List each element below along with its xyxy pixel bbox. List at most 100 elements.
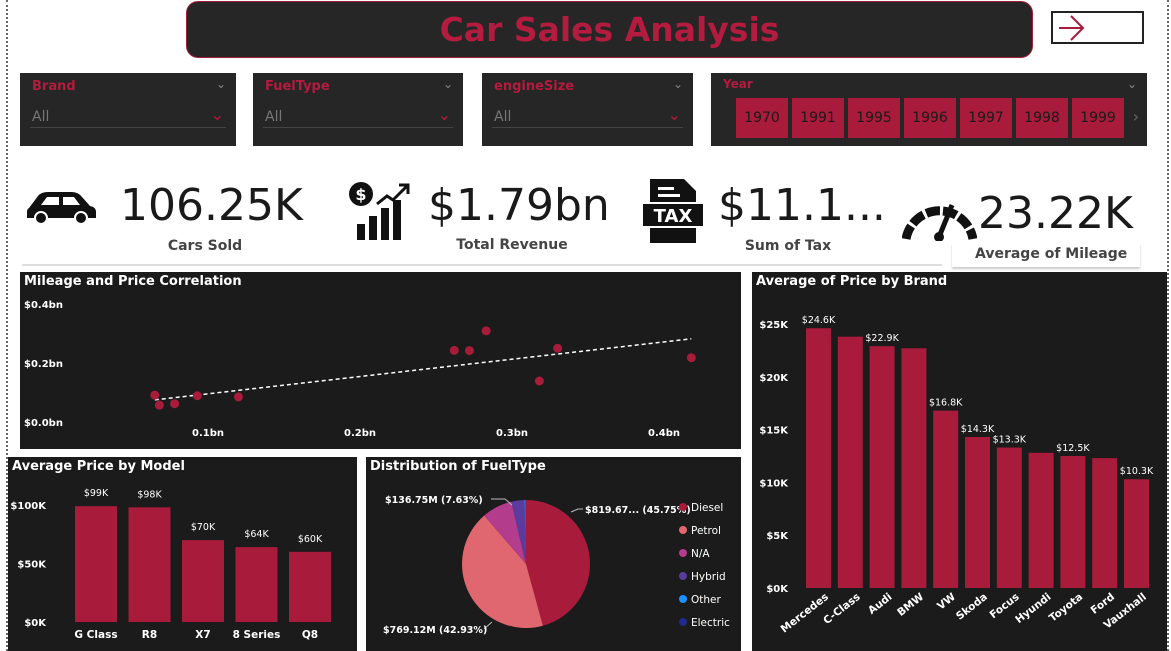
dropdown-chevron-icon[interactable]: ⌄ xyxy=(438,105,451,124)
year-chip[interactable]: 1995 xyxy=(848,98,900,138)
year-chip[interactable]: 1998 xyxy=(1016,98,1068,138)
arrow-right-icon xyxy=(1059,15,1085,41)
y-tick-label: $0.4bn xyxy=(24,300,63,311)
y-tick-label: $0.2bn xyxy=(24,359,63,370)
legend-marker xyxy=(679,503,687,511)
cars-sold-value: 106.25K xyxy=(120,180,303,231)
scatter-point xyxy=(192,391,202,401)
x-tick-label: Hyundi xyxy=(1013,591,1053,626)
model-bar-chart: $0K $50K $100K $99K G Class $98K R8 $70K X7 $64K 8… xyxy=(10,488,331,641)
speedometer-icon xyxy=(902,204,977,241)
year-chip[interactable]: 1999 xyxy=(1072,98,1124,138)
brand-bar xyxy=(869,346,895,588)
x-tick-label: 0.2bn xyxy=(344,428,376,439)
chevron-down-icon: ⌄ xyxy=(672,77,683,91)
scatter-chart: $0.0bn $0.2bn $0.4bn 0.1bn 0.2bn 0.3bn 0.4bn xyxy=(24,300,696,439)
bar-data-label: $98K xyxy=(137,489,162,500)
legend-marker xyxy=(679,526,687,534)
year-chip[interactable]: 1970 xyxy=(736,98,788,138)
x-tick-label: R8 xyxy=(142,629,157,641)
scatter-point xyxy=(170,399,180,409)
x-tick-label: BMW xyxy=(895,591,926,619)
bar-data-label: $13.3K xyxy=(993,435,1027,446)
total-revenue-value: $1.79bn xyxy=(428,180,610,231)
brand-bar xyxy=(837,336,863,588)
brand-bar xyxy=(1028,452,1054,588)
y-tick-label: $0K xyxy=(24,618,47,629)
brand-bar xyxy=(901,348,927,588)
bar-data-label: $99K xyxy=(84,488,109,499)
brand-slicer-value: All xyxy=(32,109,50,125)
brand-bar xyxy=(806,328,831,588)
price-by-brand-panel: Average of Price by Brand $0K $5K $10K $15K… xyxy=(752,272,1167,651)
x-tick-label: 0.1bn xyxy=(192,428,224,439)
dropdown-chevron-icon[interactable]: ⌄ xyxy=(668,105,681,124)
brand-bar xyxy=(1092,458,1118,588)
total-revenue-label: Total Revenue xyxy=(456,237,568,253)
y-tick-label: $0.0bn xyxy=(24,418,63,429)
bar-data-label: $10.3K xyxy=(1120,466,1154,477)
brand-slicer[interactable]: Brand ⌄ All ⌄ xyxy=(20,73,236,146)
fueltype-slicer[interactable]: FuelType ⌄ All ⌄ xyxy=(253,73,463,146)
y-tick-label: $50K xyxy=(17,560,47,571)
legend-label: Diesel xyxy=(691,502,723,514)
x-tick-label: VW xyxy=(935,591,958,613)
x-tick-label: Skoda xyxy=(954,591,990,623)
bar-data-label: $64K xyxy=(244,529,269,540)
brand-bar xyxy=(1124,479,1149,588)
pie-data-label: $136.75M (7.63%) xyxy=(385,495,483,506)
svg-text:$: $ xyxy=(355,185,366,204)
svg-text:TAX: TAX xyxy=(654,206,693,227)
pie-data-label: $819.67... (45.75%) xyxy=(585,505,691,516)
x-tick-label: 8 Series xyxy=(233,629,281,641)
y-tick-label: $5K xyxy=(766,531,789,542)
scatter-point xyxy=(686,353,696,363)
x-tick-label: 0.3bn xyxy=(496,428,528,439)
year-chip[interactable]: 1991 xyxy=(792,98,844,138)
dropdown-chevron-icon[interactable]: ⌄ xyxy=(211,105,224,124)
year-chip[interactable]: 1997 xyxy=(960,98,1012,138)
brand-bar-chart: $0K$5K$10K$15K$20K$25K $24.6KMercedesC-Cl… xyxy=(759,315,1154,636)
legend-marker xyxy=(679,549,687,557)
legend-label: Petrol xyxy=(691,525,721,537)
kpi-divider xyxy=(22,264,942,266)
page-title: Car Sales Analysis xyxy=(439,10,780,49)
legend-marker xyxy=(679,595,687,603)
bar-data-label: $16.8K xyxy=(929,398,963,409)
price-by-model-panel: Average Price by Model $0K $50K $100K $99K G… xyxy=(8,457,357,651)
model-bar xyxy=(289,551,331,622)
bar-data-label: $60K xyxy=(298,534,323,545)
brand-bar xyxy=(1060,456,1086,588)
slicer-underline xyxy=(492,127,683,128)
pie-data-label: $769.12M (42.93%) xyxy=(383,625,487,636)
scatter-point xyxy=(481,326,491,336)
legend-label: Other xyxy=(691,594,721,606)
average-mileage-label: Average of Mileage xyxy=(975,246,1128,262)
x-tick-label: Mercedes xyxy=(779,591,831,636)
year-chip[interactable]: 1996 xyxy=(904,98,956,138)
fueltype-slicer-value: All xyxy=(265,109,283,125)
slicer-underline xyxy=(263,127,453,128)
y-tick-label: $0K xyxy=(766,584,789,595)
chevron-right-icon[interactable]: › xyxy=(1133,107,1139,126)
right-dotted-border xyxy=(1167,0,1169,651)
next-page-button[interactable] xyxy=(1051,11,1144,44)
enginesize-slicer-value: All xyxy=(494,109,512,125)
bar-data-label: $22.9K xyxy=(865,333,899,344)
legend-label: Electric xyxy=(691,617,730,629)
bar-data-label: $14.3K xyxy=(961,424,995,435)
legend-marker xyxy=(679,572,687,580)
average-mileage-value: 23.22K xyxy=(978,188,1133,239)
model-bar xyxy=(75,506,117,622)
sum-of-tax-value: $11.1... xyxy=(718,180,886,231)
enginesize-slicer[interactable]: engineSize ⌄ All ⌄ xyxy=(482,73,693,146)
brand-slicer-label: Brand xyxy=(32,79,76,94)
model-bar xyxy=(128,507,171,622)
legend-marker xyxy=(679,618,687,626)
scatter-point xyxy=(154,400,164,410)
y-tick-label: $20K xyxy=(759,373,789,384)
fueltype-pie-chart: $819.67... (45.75%) $769.12M (42.93%) $136… xyxy=(383,495,730,636)
y-tick-label: $10K xyxy=(759,478,789,489)
sum-of-tax-label: Sum of Tax xyxy=(744,238,832,254)
brand-bar xyxy=(996,447,1022,588)
